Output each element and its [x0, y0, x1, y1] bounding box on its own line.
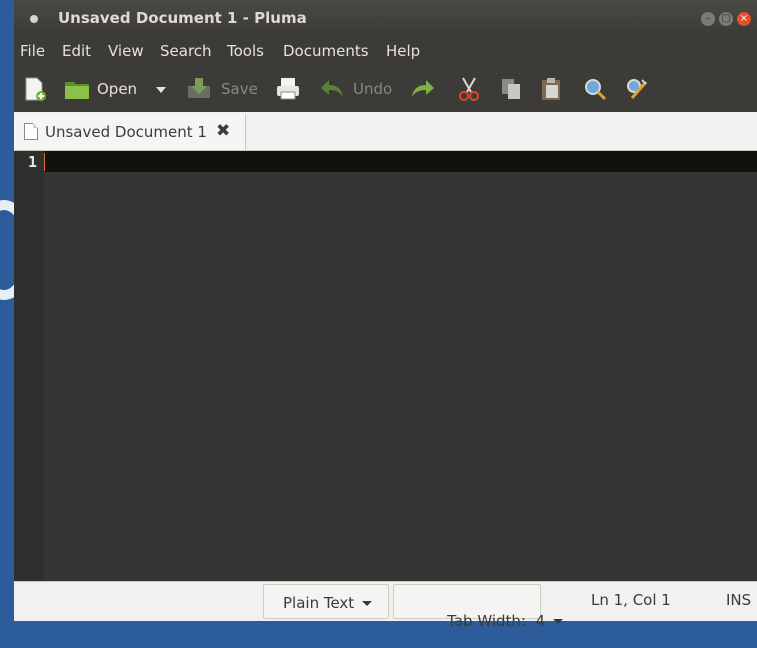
- tab-width-selector[interactable]: Tab Width: 4: [393, 584, 564, 630]
- line-number: 1: [28, 153, 38, 171]
- insert-mode-indicator[interactable]: INS: [726, 591, 751, 609]
- document-tabs: Unsaved Document 1 ✖: [14, 112, 757, 151]
- menu-view[interactable]: View: [108, 42, 144, 60]
- find-replace-icon[interactable]: [624, 76, 650, 102]
- close-window-button[interactable]: ×: [737, 12, 751, 26]
- toolbar: Open Save Undo: [14, 66, 757, 112]
- redo-icon[interactable]: [410, 76, 436, 102]
- open-recent-dropdown-icon[interactable]: [154, 76, 168, 102]
- menu-tools[interactable]: Tools: [227, 42, 264, 60]
- language-selector[interactable]: Plain Text: [263, 584, 389, 619]
- text-editor[interactable]: 1: [14, 151, 757, 581]
- copy-icon[interactable]: [498, 76, 524, 102]
- maximize-button[interactable]: □: [719, 12, 733, 26]
- cut-icon[interactable]: [456, 76, 482, 102]
- save-button-label[interactable]: Save: [221, 80, 258, 98]
- line-number-gutter: 1: [14, 151, 44, 581]
- menu-bar: File Edit View Search Tools Documents He…: [14, 38, 757, 66]
- minimize-button[interactable]: –: [701, 12, 715, 26]
- find-icon[interactable]: [582, 76, 608, 102]
- text-caret: [44, 153, 45, 171]
- title-bar[interactable]: Unsaved Document 1 - Pluma – □ ×: [14, 0, 757, 38]
- document-tab-label: Unsaved Document 1: [45, 123, 207, 141]
- menu-documents[interactable]: Documents: [283, 42, 369, 60]
- document-icon: [24, 123, 38, 140]
- menu-file[interactable]: File: [20, 42, 45, 60]
- undo-button-label[interactable]: Undo: [353, 80, 392, 98]
- status-bar: Plain Text Tab Width: 4 Ln 1, Col 1 INS: [14, 581, 757, 630]
- menu-help[interactable]: Help: [386, 42, 420, 60]
- window-menu-icon[interactable]: [30, 15, 38, 23]
- window-title: Unsaved Document 1 - Pluma: [58, 9, 307, 27]
- paste-icon[interactable]: [538, 76, 564, 102]
- document-tab[interactable]: Unsaved Document 1 ✖: [14, 114, 246, 150]
- chevron-down-icon: [362, 601, 373, 606]
- print-icon[interactable]: [275, 76, 301, 102]
- current-line-highlight: [44, 151, 757, 172]
- save-icon[interactable]: [186, 76, 212, 102]
- new-document-icon[interactable]: [22, 76, 48, 102]
- cursor-position: Ln 1, Col 1: [591, 591, 671, 609]
- undo-icon[interactable]: [319, 76, 345, 102]
- language-label: Plain Text: [283, 594, 355, 612]
- menu-search[interactable]: Search: [160, 42, 212, 60]
- open-button-label[interactable]: Open: [97, 80, 137, 98]
- open-folder-icon[interactable]: [64, 76, 90, 102]
- tab-width-label: Tab Width: 4: [447, 612, 546, 630]
- menu-edit[interactable]: Edit: [62, 42, 91, 60]
- pluma-window: Unsaved Document 1 - Pluma – □ × File Ed…: [14, 0, 757, 630]
- close-tab-icon[interactable]: ✖: [216, 121, 230, 141]
